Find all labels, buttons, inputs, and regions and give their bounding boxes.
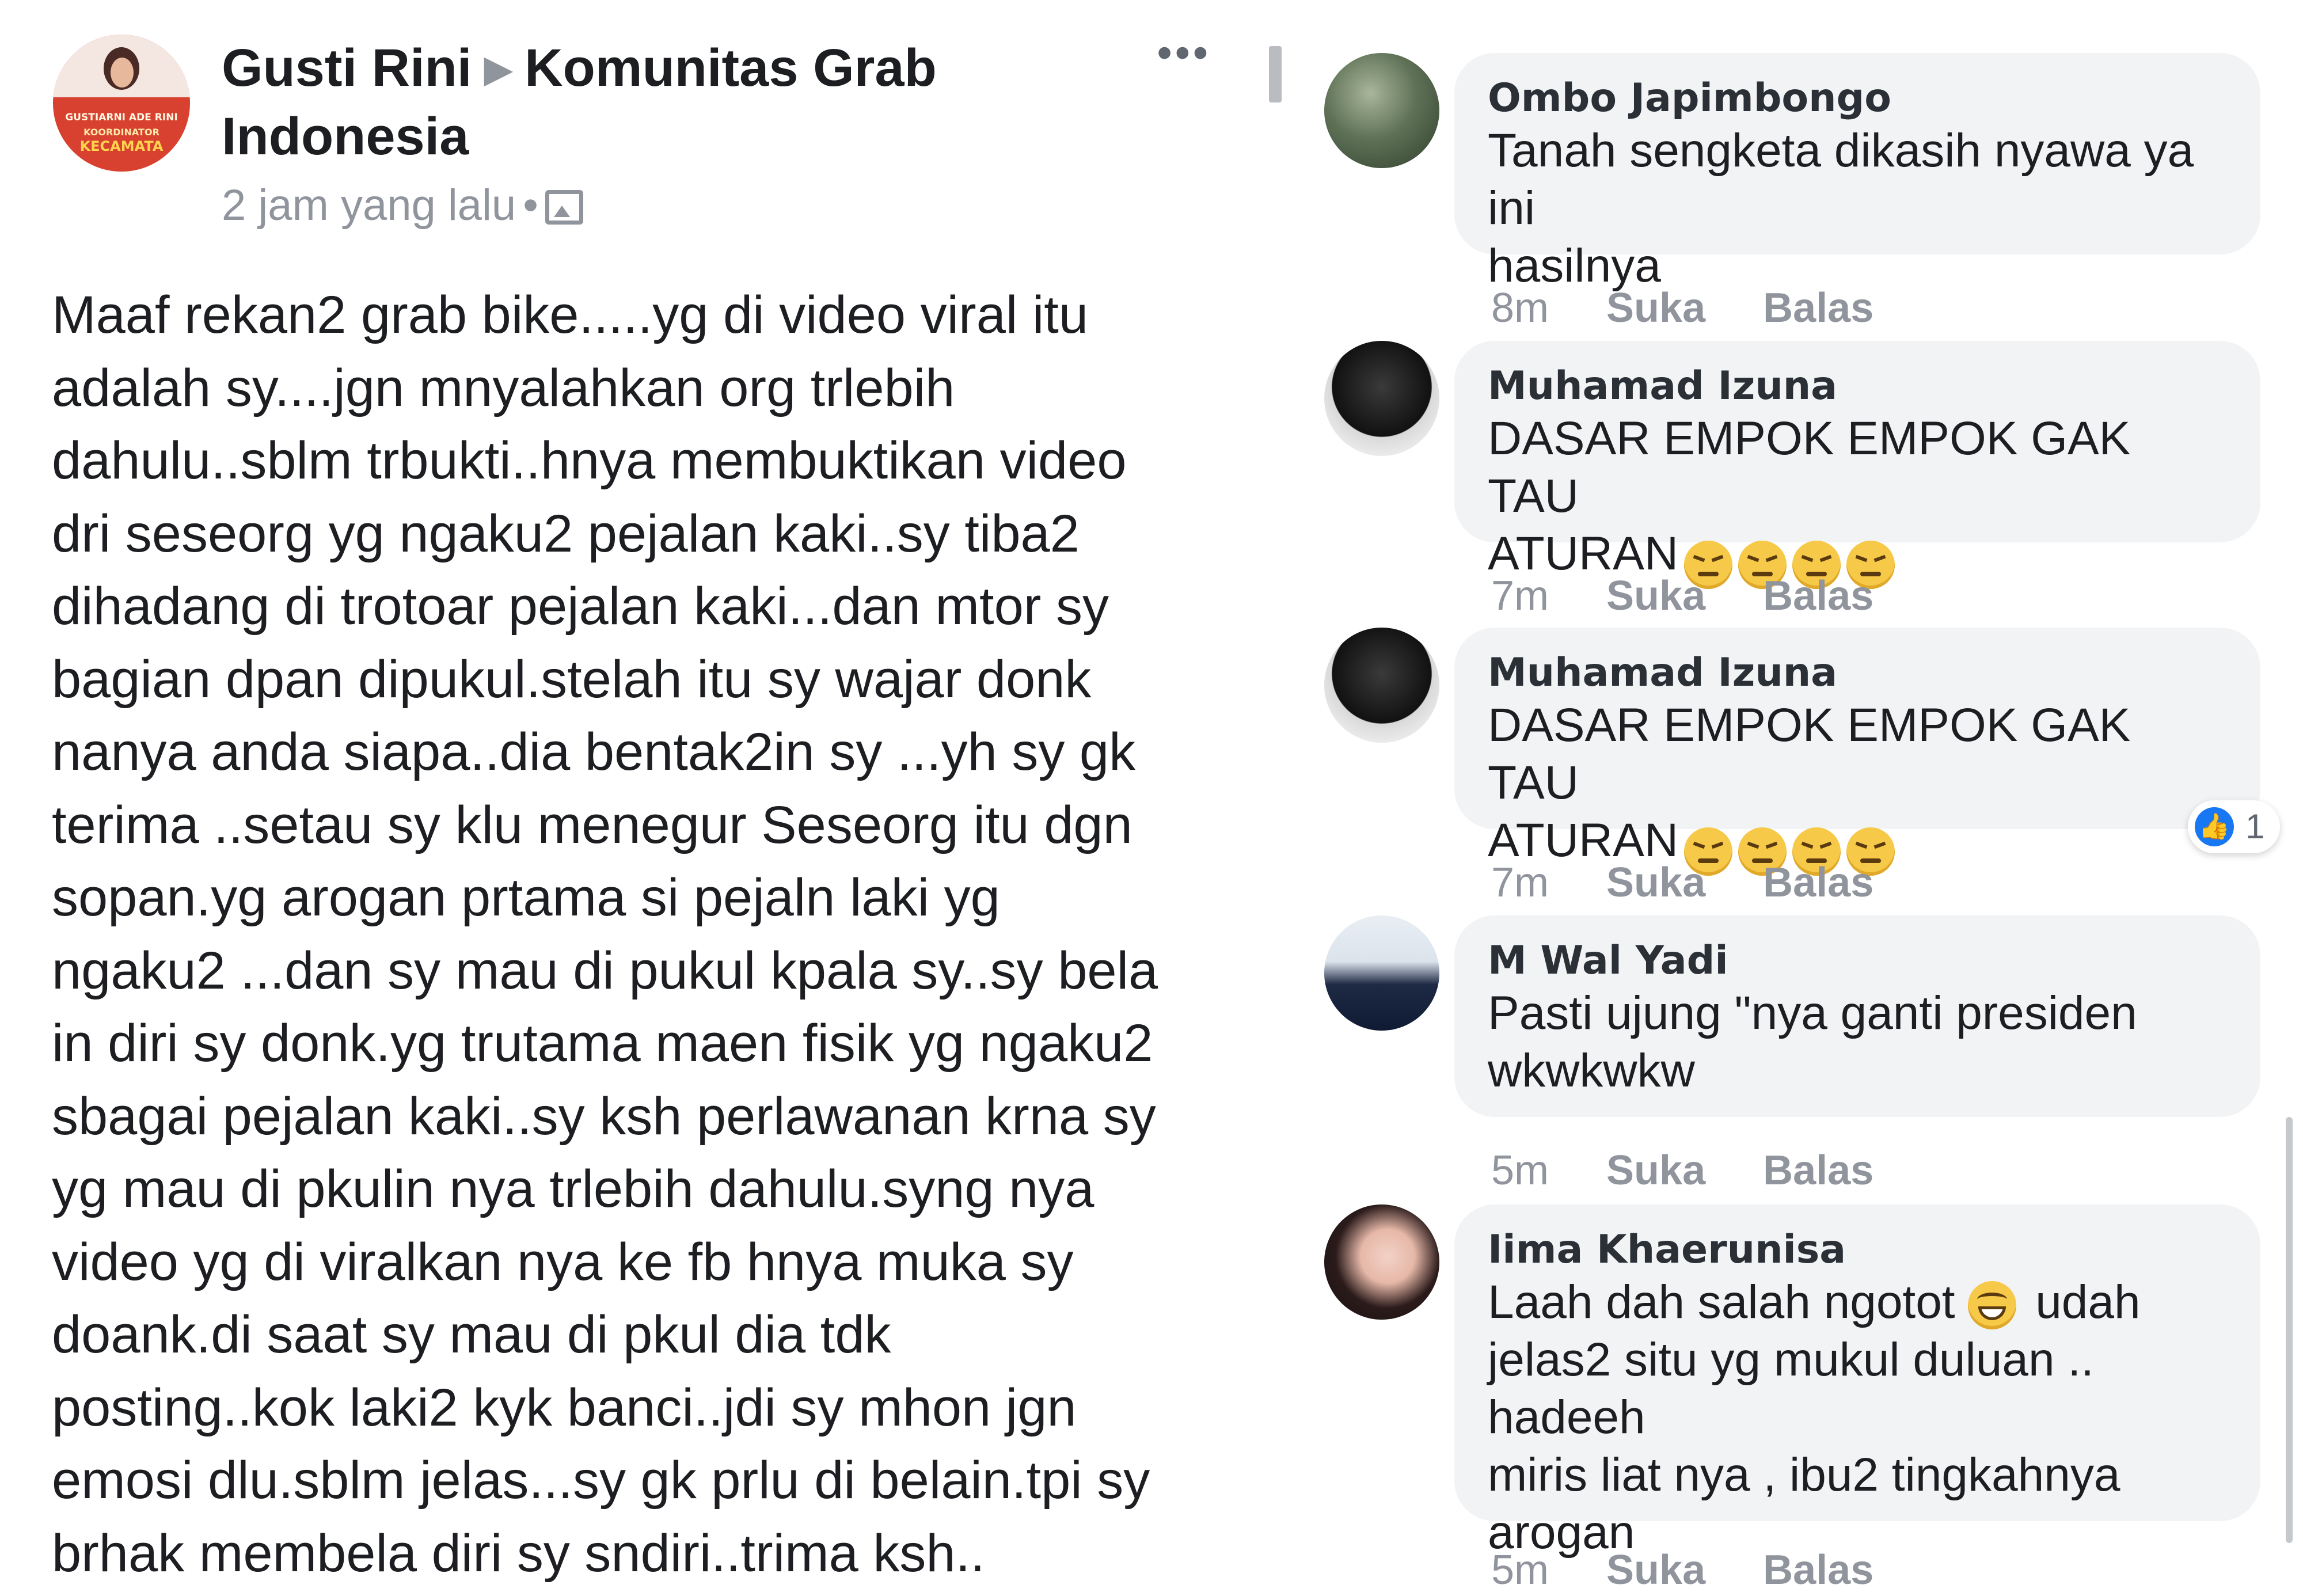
like-thumb-icon: 👍 <box>2195 807 2234 846</box>
photo-icon <box>545 190 583 225</box>
comment-text-line-1: DASAR EMPOK EMPOK GAK TAU <box>1488 699 2131 809</box>
comments-scrollbar[interactable] <box>2286 1117 2293 1543</box>
comment-text-line-1: Laah dah salah ngotot udah <box>1488 1274 2227 1331</box>
triangle-right-icon: ▶ <box>484 50 512 89</box>
comment-text: Tanah sengketa dikasih nyawa ya ini hasi… <box>1488 124 2194 292</box>
commenter-avatar[interactable] <box>1324 1204 1439 1320</box>
comment-text-part: Laah dah salah ngotot <box>1488 1276 1955 1328</box>
author-name-link[interactable]: Gusti Rini <box>222 39 472 97</box>
like-button[interactable]: Suka <box>1606 285 1705 331</box>
reply-button[interactable]: Balas <box>1763 573 1873 619</box>
comment-text-rest: jelas2 situ yg mukul duluan .. hadeeh mi… <box>1488 1333 2120 1559</box>
comment-time[interactable]: 5m <box>1491 1547 1549 1593</box>
avatar-face <box>111 58 134 88</box>
comment-bubble: Iima Khaerunisa Laah dah salah ngotot ud… <box>1454 1204 2260 1559</box>
reply-button[interactable]: Balas <box>1763 860 1873 906</box>
commenter-avatar[interactable] <box>1324 53 1439 168</box>
reply-button[interactable]: Balas <box>1763 285 1873 331</box>
post-panel: GUSTIARNI ADE RINI KOORDINATOR KECAMATA … <box>0 0 1282 1583</box>
comment-time[interactable]: 7m <box>1491 573 1549 619</box>
reply-button[interactable]: Balas <box>1763 1147 1873 1194</box>
post-meta: 2 jam yang lalu • <box>222 180 583 231</box>
scrollbar-thumb[interactable] <box>1269 46 1282 102</box>
comment-bubble: M Wal Yadi Pasti ujung "nya ganti presid… <box>1454 915 2260 1117</box>
comment-text-part: udah <box>2035 1276 2141 1328</box>
commenter-avatar[interactable] <box>1324 915 1439 1031</box>
comment-bubble: Muhamad Izuna DASAR EMPOK EMPOK GAK TAU … <box>1454 628 2260 876</box>
like-button[interactable]: Suka <box>1606 860 1705 906</box>
like-button[interactable]: Suka <box>1606 573 1705 619</box>
comment-time[interactable]: 8m <box>1491 285 1549 331</box>
avatar-caption-area: KECAMATA <box>79 138 164 154</box>
comments-panel: Ombo Japimbongo Tanah sengketa dikasih n… <box>1307 0 2303 1593</box>
comment-time[interactable]: 5m <box>1491 1147 1549 1194</box>
reaction-badge[interactable]: 👍 1 <box>2188 800 2280 853</box>
comment-text-line-1: DASAR EMPOK EMPOK GAK TAU <box>1488 412 2131 522</box>
commenter-avatar[interactable] <box>1324 628 1439 743</box>
reply-button[interactable]: Balas <box>1763 1547 1873 1593</box>
comment-bubble: Ombo Japimbongo Tanah sengketa dikasih n… <box>1454 53 2260 292</box>
post-timestamp[interactable]: 2 jam yang lalu <box>222 181 516 230</box>
comment-actions: 7m Suka Balas <box>1491 857 1931 909</box>
post-text: Maaf rekan2 grab bike.....yg di video vi… <box>52 286 1158 1583</box>
comment-bubble: Muhamad Izuna DASAR EMPOK EMPOK GAK TAU … <box>1454 341 2260 590</box>
comment-text: Pasti ujung "nya ganti presiden wkwkwkw <box>1488 987 2137 1097</box>
commenter-avatar[interactable] <box>1324 341 1439 456</box>
grinning-face-icon <box>1968 1281 2017 1330</box>
comment-time[interactable]: 7m <box>1491 860 1549 906</box>
more-horizontal-icon[interactable]: ••• <box>1157 32 1221 74</box>
commenter-name[interactable]: Muhamad Izuna <box>1488 649 2227 697</box>
comment-actions: 5m Suka Balas <box>1491 1544 1931 1596</box>
like-button[interactable]: Suka <box>1606 1147 1705 1194</box>
avatar-caption-role: KOORDINATOR <box>83 127 159 138</box>
commenter-name[interactable]: M Wal Yadi <box>1488 937 2227 985</box>
like-button[interactable]: Suka <box>1606 1547 1705 1593</box>
meta-separator: • <box>523 181 538 230</box>
post-header: Gusti Rini ▶ Komunitas Grab Indonesia <box>222 35 1057 170</box>
reaction-count: 1 <box>2245 807 2265 846</box>
avatar-caption-name: GUSTIARNI ADE RINI <box>65 112 178 123</box>
comment-actions: 5m Suka Balas <box>1491 1145 1931 1196</box>
comment-actions: 7m Suka Balas <box>1491 570 1931 622</box>
author-avatar[interactable]: GUSTIARNI ADE RINI KOORDINATOR KECAMATA <box>53 35 190 172</box>
comment-actions: 8m Suka Balas <box>1491 282 1931 334</box>
commenter-name[interactable]: Ombo Japimbongo <box>1488 75 2227 122</box>
commenter-name[interactable]: Iima Khaerunisa <box>1488 1226 2227 1274</box>
commenter-name[interactable]: Muhamad Izuna <box>1488 363 2227 410</box>
